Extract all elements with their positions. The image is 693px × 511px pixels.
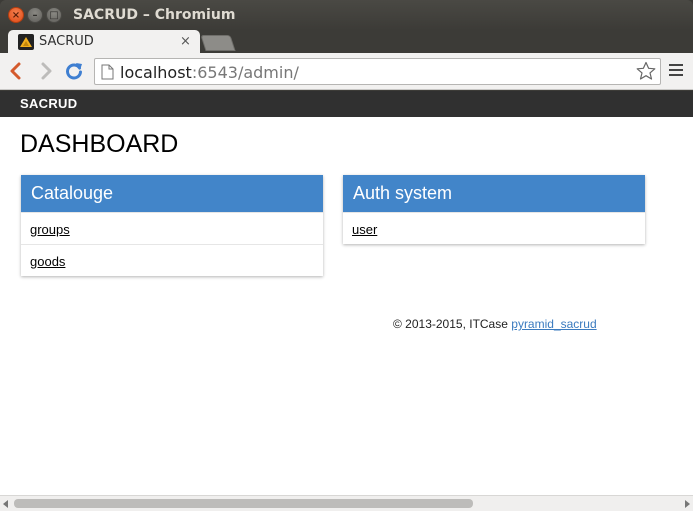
link-goods[interactable]: goods bbox=[30, 254, 65, 269]
new-tab-button[interactable] bbox=[200, 35, 236, 51]
brand-link[interactable]: SACRUD bbox=[20, 96, 77, 111]
panel-title: Catalouge bbox=[21, 175, 323, 212]
page-icon bbox=[101, 64, 114, 84]
address-url[interactable]: localhost:6543/admin/ bbox=[120, 63, 299, 82]
arrow-left-icon[interactable] bbox=[6, 61, 26, 81]
tab-title: SACRUD bbox=[39, 34, 94, 49]
url-host: localhost bbox=[120, 63, 192, 82]
window-title: SACRUD – Chromium bbox=[73, 7, 236, 23]
sacrud-favicon-icon bbox=[18, 34, 34, 50]
arrow-right-icon[interactable] bbox=[36, 61, 56, 81]
scroll-left-icon[interactable] bbox=[3, 500, 8, 508]
link-groups[interactable]: groups bbox=[30, 222, 70, 237]
scrollbar-thumb[interactable] bbox=[14, 499, 473, 508]
window-close-button[interactable]: × bbox=[8, 7, 24, 23]
tab-close-icon[interactable]: × bbox=[180, 34, 191, 49]
scroll-right-icon[interactable] bbox=[685, 500, 690, 508]
footer: © 2013-2015, ITCase pyramid_sacrud bbox=[393, 317, 597, 331]
window-titlebar: × – □ SACRUD – Chromium bbox=[0, 0, 693, 30]
footer-copyright: © 2013-2015, ITCase bbox=[393, 317, 508, 331]
address-bar[interactable]: localhost:6543/admin/ bbox=[94, 58, 661, 85]
page-title: DASHBOARD bbox=[20, 130, 179, 158]
app-header-bar: SACRUD bbox=[0, 91, 693, 117]
tab-strip: SACRUD × bbox=[0, 30, 693, 54]
link-user[interactable]: user bbox=[352, 222, 377, 237]
url-path: :6543/admin/ bbox=[191, 63, 299, 82]
window-maximize-button[interactable]: □ bbox=[46, 7, 62, 23]
browser-toolbar: localhost:6543/admin/ bbox=[0, 53, 693, 90]
panel-catalouge: Catalouge groups goods bbox=[21, 175, 323, 276]
list-item: user bbox=[343, 212, 645, 244]
list-item: goods bbox=[21, 244, 323, 276]
panel-auth-system: Auth system user bbox=[343, 175, 645, 244]
reload-icon[interactable] bbox=[64, 61, 84, 81]
list-item: groups bbox=[21, 212, 323, 244]
page-viewport: SACRUD DASHBOARD Catalouge groups goods … bbox=[0, 91, 693, 495]
horizontal-scrollbar[interactable] bbox=[0, 495, 693, 511]
panel-title: Auth system bbox=[343, 175, 645, 212]
star-icon[interactable] bbox=[636, 61, 656, 85]
window-minimize-button[interactable]: – bbox=[27, 7, 43, 23]
footer-link-pyramid-sacrud[interactable]: pyramid_sacrud bbox=[511, 317, 596, 331]
hamburger-menu-icon[interactable] bbox=[669, 64, 683, 78]
tab-sacrud[interactable]: SACRUD × bbox=[8, 30, 200, 54]
